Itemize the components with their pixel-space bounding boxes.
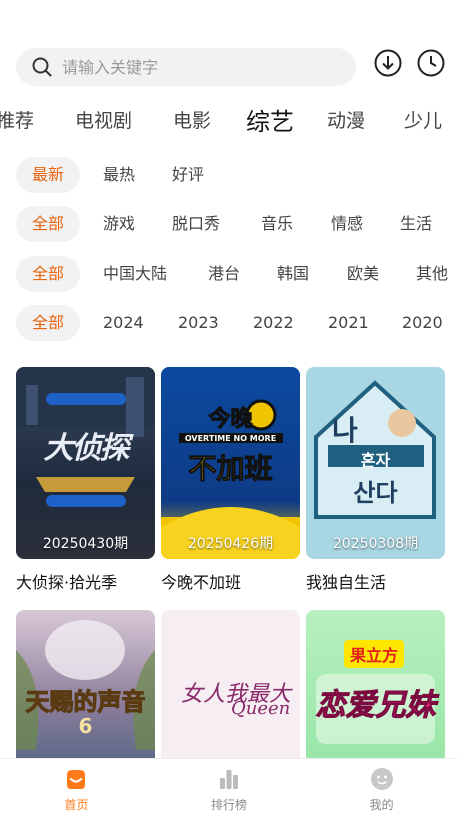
episode-label: 20250426期 [187, 536, 274, 552]
poster-logo-text: 大侦探 [43, 431, 130, 466]
poster-logo-banner: OVERTIME NO MORE [184, 434, 277, 443]
show-title: 我独自生活 [306, 573, 387, 592]
filter-year-2022[interactable]: 2022 [253, 305, 294, 341]
search-icon [32, 57, 52, 77]
show-poster[interactable]: 今晚 OVERTIME NO MORE 不加班 20250426期 [161, 367, 300, 559]
filter-genre-all[interactable]: 全部 [16, 206, 81, 242]
nav-ranking-label: 排行榜 [211, 798, 248, 812]
filter-genre-life[interactable]: 生活 [400, 206, 432, 242]
filter-genre-talkshow[interactable]: 脱口秀 [172, 206, 220, 242]
show-card[interactable]: 나 혼자 산다 20250308期 我独自生活 [306, 367, 445, 593]
filter-region-west[interactable]: 欧美 [347, 256, 379, 292]
filter-sort-hot[interactable]: 最热 [103, 157, 135, 193]
filter-year-2024[interactable]: 2024 [103, 305, 144, 341]
nav-ranking[interactable]: 排行榜 [153, 759, 306, 820]
tab-kids[interactable]: 少儿 [404, 106, 442, 133]
show-title: 大侦探·拾光季 [16, 573, 118, 592]
poster-logo-text: 恋爱兄妹 [315, 688, 436, 724]
filter-region-korea[interactable]: 韩国 [277, 256, 309, 292]
region-filter-row: 全部 中国大陆 港台 韩国 欧美 其他 [0, 256, 458, 292]
filter-sort-latest[interactable]: 最新 [16, 157, 81, 193]
tab-anime[interactable]: 动漫 [327, 106, 365, 133]
nav-home-label: 首页 [64, 798, 89, 812]
year-filter-row: 全部 2024 2023 2022 2021 2020 [0, 305, 458, 341]
tab-recommend[interactable]: 推荐 [0, 106, 34, 133]
nav-home[interactable]: 首页 [0, 759, 153, 820]
filter-genre-game[interactable]: 游戏 [103, 206, 135, 242]
poster-logo-text: 天赐的声音 [25, 688, 146, 717]
filter-genre-emotion[interactable]: 情感 [331, 206, 363, 242]
poster-logo-line2: 혼자 [360, 451, 391, 470]
sort-filter-row: 最新 最热 好评 [0, 157, 458, 193]
filter-year-2020[interactable]: 2020 [402, 305, 443, 341]
home-icon [63, 766, 89, 792]
history-button[interactable] [416, 48, 446, 78]
show-card[interactable]: 大侦探 20250430期 大侦探·拾光季 [16, 367, 155, 593]
poster-logo-line1: 나 [332, 414, 358, 447]
filter-region-all[interactable]: 全部 [16, 256, 81, 292]
episode-label: 20250308期 [332, 536, 419, 552]
poster-logo-line2: 不加班 [188, 452, 273, 486]
clock-icon [417, 49, 445, 77]
poster-badge: 果立方 [344, 640, 405, 668]
episode-label: 20250430期 [42, 536, 129, 552]
profile-icon [369, 766, 395, 792]
genre-filter-row: 全部 游戏 脱口秀 音乐 情感 生活 [0, 206, 458, 242]
filter-genre-music[interactable]: 音乐 [261, 206, 293, 242]
download-button[interactable] [373, 48, 403, 78]
tab-tv[interactable]: 电视剧 [75, 106, 132, 133]
filter-region-hktw[interactable]: 港台 [208, 256, 240, 292]
search-box[interactable] [16, 48, 356, 86]
filter-year-2023[interactable]: 2023 [178, 305, 219, 341]
bottom-nav: 首页 排行榜 我的 [0, 758, 458, 820]
tab-movie[interactable]: 电影 [173, 106, 211, 133]
poster-logo-line1: 今晚 [208, 407, 253, 433]
show-card[interactable]: 今晚 OVERTIME NO MORE 不加班 20250426期 今晚不加班 [161, 367, 300, 593]
search-input[interactable] [62, 57, 322, 77]
poster-logo-sub: Queen [231, 698, 291, 719]
nav-profile[interactable]: 我的 [305, 759, 458, 820]
nav-profile-label: 我的 [369, 798, 394, 812]
tab-variety[interactable]: 综艺 [246, 102, 294, 137]
show-title: 今晚不加班 [161, 573, 242, 592]
filter-year-2021[interactable]: 2021 [328, 305, 369, 341]
show-poster[interactable]: 나 혼자 산다 20250308期 [306, 367, 445, 559]
chart-icon [216, 766, 242, 792]
filter-year-all[interactable]: 全部 [16, 305, 81, 341]
poster-logo-line3: 산다 [353, 479, 398, 507]
filter-region-other[interactable]: 其他 [416, 256, 448, 292]
filter-sort-rating[interactable]: 好评 [172, 157, 204, 193]
filter-region-mainland[interactable]: 中国大陆 [103, 256, 167, 292]
poster-logo-number: 6 [78, 714, 93, 738]
search-row [16, 48, 446, 86]
show-poster[interactable]: 大侦探 20250430期 [16, 367, 155, 559]
category-tabs: 推荐 电视剧 电影 综艺 动漫 少儿 [0, 100, 458, 140]
download-icon [374, 49, 402, 77]
